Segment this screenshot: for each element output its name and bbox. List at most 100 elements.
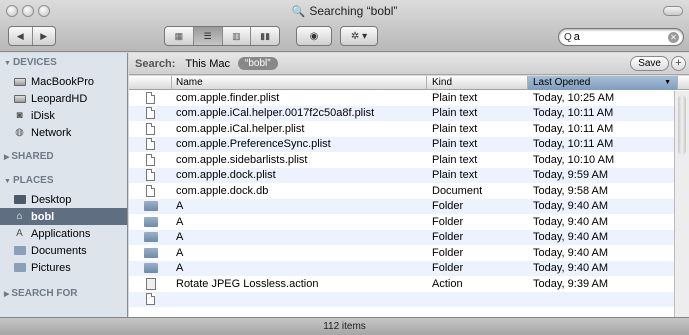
file-last-opened: Today, 9:40 AM [533, 246, 609, 259]
file-kind: Action [432, 277, 463, 290]
icon-view-button[interactable]: ▦ [165, 27, 193, 45]
clear-search-icon[interactable]: ✕ [668, 31, 679, 43]
file-name: com.apple.iCal.helper.plist [176, 122, 305, 135]
file-row[interactable]: com.apple.PreferenceSync.plist Plain text… [129, 136, 689, 152]
file-last-opened: Today, 10:11 AM [533, 122, 614, 135]
file-name: Rotate JPEG Lossless.action [176, 277, 319, 290]
file-kind: Folder [432, 215, 464, 228]
sidebar-item-network[interactable]: ◍ Network [0, 124, 127, 141]
column-header-row: Name Kind Last Opened ▼ [129, 76, 689, 90]
file-kind: Plain text [432, 153, 478, 166]
search-field[interactable]: Q a ✕ [558, 28, 684, 46]
sidebar-section-devices[interactable]: ▼ DEVICES [0, 53, 127, 73]
sidebar-item-bobl[interactable]: ⌂ bobl [0, 208, 127, 225]
file-last-opened: Today, 10:10 AM [533, 153, 615, 166]
sidebar-item-leopardhd[interactable]: LeopardHD [0, 90, 127, 107]
file-name: com.apple.dock.db [176, 184, 269, 197]
column-header-kind[interactable]: Kind [427, 76, 528, 90]
list-view-button[interactable]: ☰ [192, 27, 222, 45]
file-row[interactable]: A Folder Today, 9:40 AM [129, 229, 689, 245]
sidebar-item-pictures[interactable]: Pictures [0, 259, 127, 276]
file-row[interactable]: com.apple.finder.plist Plain text Today, 1… [129, 90, 689, 106]
file-last-opened: Today, 10:25 AM [533, 91, 615, 104]
file-last-opened: Today, 10:11 AM [533, 107, 614, 120]
document-icon [129, 107, 172, 120]
file-row[interactable] [129, 291, 689, 307]
folder-icon [129, 247, 172, 258]
file-kind: Plain text [432, 138, 478, 151]
file-name: A [176, 231, 184, 244]
file-last-opened: Today, 9:40 AM [533, 231, 609, 244]
file-last-opened: Today, 9:39 AM [533, 277, 609, 290]
sidebar-section-shared[interactable]: ▶ SHARED [0, 147, 127, 167]
scope-home-folder[interactable]: “bobl” [237, 57, 278, 70]
file-kind: Plain text [432, 169, 478, 182]
window-toolbar: 🔍 Searching “bobl” ◀ ▶ ▦ ☰ ▥ ▮▮ ◉ ✲ ▾ Q a… [0, 0, 689, 52]
file-row[interactable]: A Folder Today, 9:40 AM [129, 198, 689, 214]
file-row[interactable]: com.apple.dock.db Document Today, 9:58 AM [129, 183, 689, 199]
view-mode-group: ▦ ☰ ▥ ▮▮ [164, 26, 280, 46]
file-last-opened: Today, 9:58 AM [533, 184, 609, 197]
folder-icon [129, 201, 172, 212]
file-name: com.apple.iCal.helper.0017f2c50a8f.plist [176, 107, 375, 120]
file-kind: Plain text [432, 122, 478, 135]
file-name: com.apple.finder.plist [176, 91, 280, 104]
column-header-last-opened[interactable]: Last Opened ▼ [528, 76, 678, 90]
file-name: A [176, 246, 184, 259]
file-last-opened: Today, 9:59 AM [533, 169, 609, 182]
back-button[interactable]: ◀ [9, 27, 32, 45]
file-name: com.apple.sidebarlists.plist [176, 153, 308, 166]
file-last-opened: Today, 9:40 AM [533, 215, 609, 228]
file-row[interactable]: Rotate JPEG Lossless.action Action Today, … [129, 276, 689, 292]
eye-icon: ◉ [309, 30, 319, 42]
file-row[interactable]: com.apple.sidebarlists.plist Plain text To… [129, 152, 689, 168]
file-name: A [176, 200, 184, 213]
hard-drive-icon [13, 93, 26, 104]
network-icon: ◍ [15, 127, 24, 138]
column-header-name[interactable]: Name [172, 76, 427, 90]
file-row[interactable]: A Folder Today, 9:40 AM [129, 260, 689, 276]
document-icon [129, 122, 172, 135]
add-criteria-button[interactable]: + [671, 56, 686, 71]
sidebar-section-search-for[interactable]: ▶ SEARCH FOR [0, 284, 127, 304]
file-row[interactable]: com.apple.iCal.helper.0017f2c50a8f.plist… [129, 105, 689, 121]
document-icon [129, 293, 172, 306]
sidebar-item-idisk[interactable]: ◙ iDisk [0, 107, 127, 124]
file-row[interactable]: com.apple.iCal.helper.plist Plain text Tod… [129, 121, 689, 137]
forward-button[interactable]: ▶ [31, 27, 56, 45]
action-file-icon [129, 277, 172, 290]
file-kind: Plain text [432, 107, 478, 120]
sidebar: ▼ DEVICES MacBookPro LeopardHD ◙ iDisk ◍ Ne… [0, 53, 128, 317]
file-rows: com.apple.finder.plist Plain text Today, 1… [129, 90, 689, 307]
sidebar-item-macbookpro[interactable]: MacBookPro [0, 73, 127, 90]
scope-this-mac[interactable]: This Mac [185, 58, 230, 70]
gear-icon: ✲ ▾ [350, 30, 368, 42]
file-last-opened: Today, 9:40 AM [533, 262, 609, 275]
file-name: com.apple.PreferenceSync.plist [176, 138, 331, 151]
column-view-button[interactable]: ▥ [221, 27, 251, 45]
quick-look-button[interactable]: ◉ [296, 26, 332, 46]
vertical-scrollbar[interactable] [674, 91, 689, 317]
sidebar-item-applications[interactable]: A Applications [0, 225, 127, 242]
scrollbar-thumb[interactable] [678, 95, 686, 155]
file-last-opened: Today, 9:40 AM [533, 200, 609, 213]
home-icon: ⌂ [16, 211, 23, 222]
search-icon: Q [564, 31, 572, 43]
file-list: Name Kind Last Opened ▼ com.apple.finder.… [129, 76, 689, 317]
sidebar-item-desktop[interactable]: Desktop [0, 191, 127, 208]
sidebar-section-places[interactable]: ▼ PLACES [0, 171, 127, 191]
file-row[interactable]: A Folder Today, 9:40 AM [129, 245, 689, 261]
folder-icon [129, 263, 172, 274]
document-icon [129, 153, 172, 166]
window-title: 🔍 Searching “bobl” [291, 4, 398, 18]
document-icon [129, 169, 172, 182]
save-search-button[interactable]: Save [630, 56, 669, 71]
file-kind: Folder [432, 246, 464, 259]
cover-flow-view-button[interactable]: ▮▮ [250, 27, 279, 45]
file-row[interactable]: A Folder Today, 9:40 AM [129, 214, 689, 230]
file-row[interactable]: com.apple.dock.plist Plain text Today, 9:5… [129, 167, 689, 183]
action-menu-button[interactable]: ✲ ▾ [340, 26, 378, 46]
toolbar-toggle-button[interactable] [663, 6, 683, 16]
search-input[interactable]: a [574, 31, 668, 43]
sidebar-item-documents[interactable]: Documents [0, 242, 127, 259]
